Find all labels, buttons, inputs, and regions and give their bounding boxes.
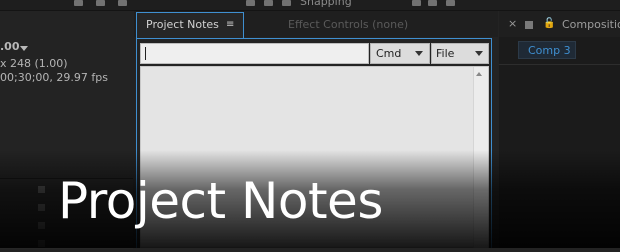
chevron-down-icon[interactable]	[20, 46, 28, 51]
tab-project-notes-label: Project Notes	[146, 18, 219, 31]
menu-icon[interactable]: ≡	[226, 19, 234, 30]
divider	[499, 64, 620, 65]
tool-icon[interactable]	[74, 0, 83, 6]
tool-icon[interactable]	[118, 0, 127, 6]
scroll-up-icon[interactable]	[476, 72, 482, 76]
lock-icon[interactable]: 🔓	[543, 18, 555, 29]
tool-icon[interactable]	[446, 0, 455, 6]
cmd-dropdown-label: Cmd	[376, 47, 402, 60]
project-duration: 00;30;00, 29.97 fps	[0, 71, 108, 84]
tool-icon[interactable]	[96, 0, 105, 6]
project-size-label: .00	[0, 40, 20, 53]
snapping-checkbox-icon[interactable]	[282, 0, 291, 6]
dropdown-arrow-icon[interactable]	[415, 51, 423, 56]
tab-effect-controls[interactable]: Effect Controls (none)	[288, 18, 408, 31]
close-icon[interactable]: ×	[508, 17, 517, 30]
file-dropdown-label: File	[436, 47, 455, 60]
tab-composition[interactable]: Composition	[562, 18, 620, 31]
overlay-title: Project Notes	[58, 172, 383, 230]
tool-icon[interactable]	[246, 0, 255, 6]
tool-icon[interactable]	[428, 0, 437, 6]
text-caret	[145, 47, 146, 60]
comp-tab-label: Comp 3	[528, 44, 571, 57]
dropdown-arrow-icon[interactable]	[475, 51, 483, 56]
search-input[interactable]	[140, 43, 369, 64]
tool-icon[interactable]	[412, 0, 421, 6]
tool-icon[interactable]	[264, 0, 273, 6]
label-color-icon	[525, 21, 533, 29]
project-dimensions: x 248 (1.00)	[0, 57, 68, 70]
snapping-label: Snapping	[300, 0, 352, 8]
